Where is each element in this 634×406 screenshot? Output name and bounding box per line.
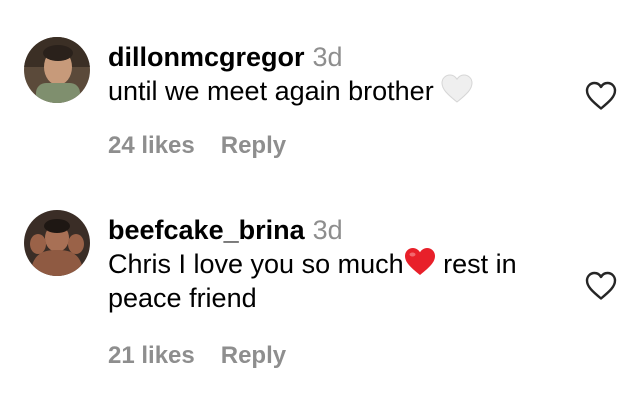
timestamp: 3d — [312, 42, 343, 72]
avatar[interactable] — [24, 210, 90, 276]
white-heart-icon — [441, 74, 473, 104]
like-heart-icon[interactable] — [584, 80, 618, 112]
comment-text: Chris I love you so much rest in peace f… — [108, 247, 568, 315]
red-heart-icon — [404, 247, 436, 277]
timestamp: 3d — [312, 215, 343, 245]
comment-text-part: Chris I love you so much — [108, 249, 404, 279]
reply-button[interactable]: Reply — [221, 342, 286, 369]
like-heart-icon[interactable] — [584, 270, 618, 302]
comment-text-part: until we meet again brother — [108, 76, 442, 106]
likes-count[interactable]: 21 likes — [108, 342, 195, 369]
username[interactable]: beefcake_brina — [108, 215, 305, 245]
likes-count[interactable]: 24 likes — [108, 132, 195, 159]
username[interactable]: dillonmcgregor — [108, 42, 305, 72]
comment-text: until we meet again brother — [108, 74, 578, 108]
avatar[interactable] — [24, 37, 90, 103]
reply-button[interactable]: Reply — [221, 132, 286, 159]
